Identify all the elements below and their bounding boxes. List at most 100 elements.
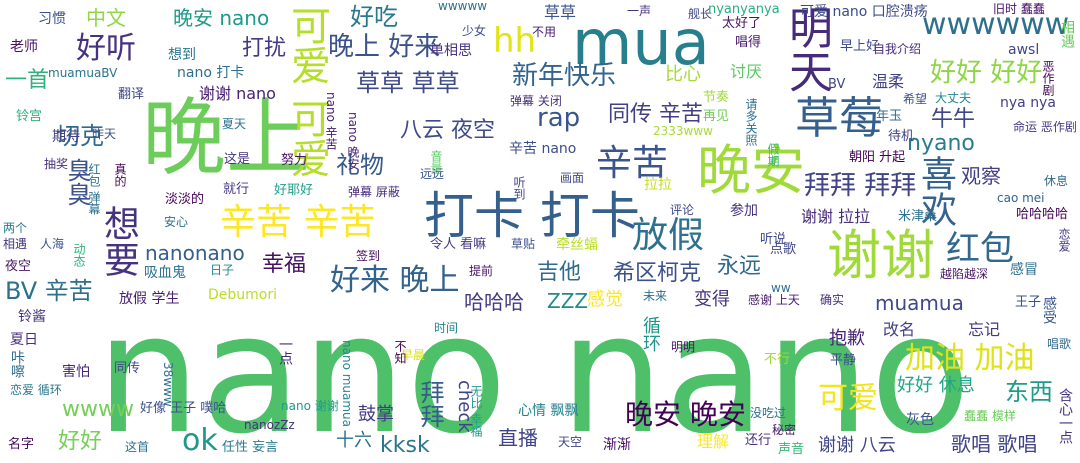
word: cao mei	[997, 191, 1045, 205]
word: 这首	[125, 440, 150, 454]
word: 老师	[10, 39, 38, 55]
word: 十六	[336, 430, 372, 451]
word: Debumori	[208, 287, 278, 303]
word: 可爱 可爱	[284, 5, 330, 178]
word: 好听	[76, 31, 136, 66]
word: kksk	[380, 433, 430, 458]
word: 安心	[164, 215, 189, 229]
word: 中文	[86, 6, 126, 30]
word: 不知	[393, 340, 407, 364]
word: 一点	[277, 337, 293, 365]
word: 感受	[1041, 296, 1057, 324]
word: 观察	[961, 164, 1001, 188]
word: 草贴	[511, 237, 536, 251]
word: 恶作剧	[1041, 60, 1055, 96]
word: hh	[493, 21, 537, 61]
word: 好好 休息	[897, 375, 975, 396]
word: 可爱 nano 口腔溃疡	[800, 4, 928, 20]
word: 参加	[730, 203, 758, 219]
word: ZZZ	[547, 289, 589, 313]
word: 谢谢	[827, 224, 935, 287]
word: 休息	[1044, 174, 1069, 188]
word: 38www	[161, 362, 175, 407]
word: 评论	[670, 203, 695, 217]
word: 希望	[903, 92, 928, 106]
word: 永远	[717, 254, 762, 279]
word: 少女	[462, 24, 487, 38]
word: 草草 草草	[356, 69, 460, 97]
word: 拉拉	[644, 177, 672, 193]
word: 牵丝蝠	[556, 237, 598, 253]
word: 好好	[58, 429, 103, 454]
word: 感谢 上天	[748, 293, 800, 307]
word: nano 打卡	[177, 65, 245, 81]
word: 哈哈哈	[464, 290, 524, 314]
word: nano 谢谢	[281, 399, 339, 413]
word: 唱得	[735, 35, 762, 50]
word: 这是	[224, 152, 251, 167]
word: 改名	[883, 320, 916, 339]
word: 可爱	[818, 381, 878, 416]
word: 含心一点	[1057, 388, 1073, 444]
word: 鼓掌	[358, 404, 394, 425]
word: 草草	[544, 3, 577, 22]
word: 比心	[665, 64, 701, 85]
word: 拜拜 拜拜	[804, 171, 917, 201]
word: 理解	[697, 432, 730, 451]
word: 还行	[745, 433, 772, 448]
word: nya nya	[1000, 95, 1056, 111]
word: 单相思	[430, 43, 472, 59]
word: 谢谢 拉拉	[801, 207, 871, 226]
word: 好耶好	[274, 183, 314, 198]
word: 晚安 nano	[173, 6, 270, 30]
word: 八云 夜空	[400, 118, 495, 143]
word: 恋爱 循环	[10, 383, 62, 397]
word: 名字	[8, 437, 35, 452]
word: awsl	[1008, 42, 1040, 58]
word: 提前	[469, 264, 494, 278]
word: 吸血鬼	[144, 265, 186, 281]
word-cloud: nano nano 晚上 mua 谢谢 晚安 打卡 打卡 明天 草莓 可爱 可爱…	[0, 0, 1080, 463]
word: 任性 妄言	[222, 440, 279, 455]
word: 无比 幸福	[469, 385, 483, 437]
word: 2333www	[653, 124, 713, 138]
word: BV	[828, 77, 846, 92]
word: 铃酱	[18, 309, 46, 325]
word: 夏天	[222, 117, 247, 131]
word: 感冒	[1010, 262, 1038, 278]
word: 米津桑	[898, 209, 938, 224]
word: 命运 恶作剧	[1013, 120, 1077, 134]
word: nano 辛苦	[324, 92, 338, 150]
word: 咔嚓	[9, 350, 25, 378]
word: 打卡 打卡	[424, 187, 640, 245]
word: 好来 晚上	[330, 263, 460, 298]
word: 温柔	[872, 72, 905, 91]
word: 签到	[356, 249, 381, 263]
word: 弹幕 关闭	[510, 94, 562, 108]
word: 臭臭	[63, 158, 91, 206]
word: 红包	[946, 229, 1014, 269]
word: 同传	[114, 361, 141, 376]
word: 忘记	[968, 320, 1001, 339]
word: 好像 王子 噗哈	[140, 401, 227, 416]
word: 秘密	[772, 423, 797, 437]
word: 谢谢 nano	[199, 84, 276, 103]
word: 好吃	[350, 3, 398, 31]
word: 一声	[627, 4, 652, 18]
word: 讨厌	[730, 62, 763, 81]
word: 晚安	[697, 139, 805, 202]
word: 动态	[72, 243, 86, 267]
word: 抽奖	[44, 157, 69, 171]
word: 请多关照	[744, 98, 758, 146]
word: 远远	[420, 167, 445, 181]
word: 自我介绍	[873, 42, 922, 56]
word: 歌唱 歌唱	[951, 432, 1038, 456]
word: 相遇	[1059, 20, 1075, 48]
word: 感觉	[587, 289, 623, 310]
word: 心情 飘飘	[518, 403, 579, 419]
word: 习惯	[38, 11, 66, 27]
word: 朝阳 升起	[849, 150, 906, 165]
word: 翻译	[118, 87, 145, 102]
word: nyano	[907, 131, 975, 156]
word: 拜拜	[416, 380, 444, 428]
